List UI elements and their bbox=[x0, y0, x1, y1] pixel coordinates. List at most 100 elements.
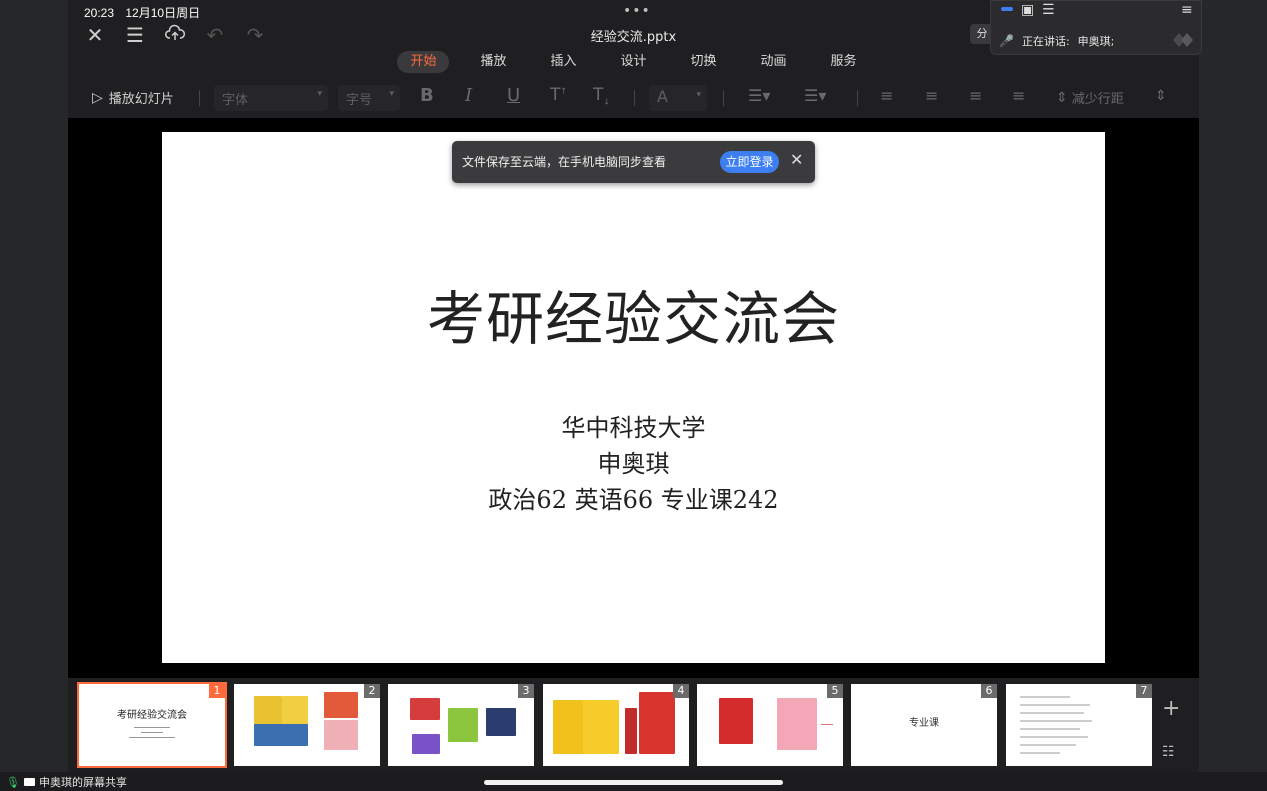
thumb-number: 3 bbox=[518, 684, 534, 698]
format-toolbar: ▷ 播放幻灯片 字体 ▾ 字号 ▾ B I U T↑ T↓ A ▾ ☰▾ ☰▾ … bbox=[68, 78, 1199, 118]
more-dots-icon[interactable]: ••• bbox=[623, 3, 651, 19]
window-icon[interactable]: ▣ bbox=[1021, 2, 1034, 18]
font-color-select[interactable]: A ▾ bbox=[649, 85, 707, 111]
presentation-app: 20:23 12月10日周日 ••• ✕ ☰ ↶ ↷ 经验交流.pptx 分 开… bbox=[68, 0, 1199, 772]
slide-thumbnail-6[interactable]: 专业课 6 bbox=[851, 684, 997, 766]
play-icon: ▷ bbox=[92, 89, 103, 106]
book-image bbox=[583, 700, 619, 754]
align-justify-icon[interactable]: ≡ bbox=[1012, 86, 1025, 105]
speaking-label: 正在讲话: bbox=[1021, 35, 1070, 48]
book-image bbox=[254, 724, 308, 746]
speaking-indicator: 🎤 正在讲话: 申奥琪; bbox=[999, 33, 1114, 49]
grid-view-icon[interactable]: ☷ bbox=[1162, 744, 1175, 760]
tab-play[interactable]: 播放 bbox=[467, 51, 519, 73]
toast-close-icon[interactable]: ✕ bbox=[790, 150, 803, 169]
tab-animation[interactable]: 动画 bbox=[748, 51, 800, 73]
thumb-text-line bbox=[1020, 744, 1076, 746]
font-size-placeholder: 字号 bbox=[346, 93, 373, 108]
slide-scores[interactable]: 政治62 英语66 专业课242 bbox=[162, 480, 1105, 515]
minimize-icon[interactable] bbox=[1001, 7, 1013, 11]
tab-home[interactable]: 开始 bbox=[397, 51, 450, 73]
decrease-line-spacing-button[interactable]: ⇕ 减少行距 bbox=[1056, 88, 1124, 108]
expand-list-icon[interactable]: ≡ bbox=[1181, 2, 1193, 18]
status-date: 12月10日周日 bbox=[125, 6, 201, 20]
book-image bbox=[324, 692, 358, 718]
thumb-text-line bbox=[134, 727, 170, 728]
thumb-text-line bbox=[1020, 704, 1090, 706]
thumb-number: 5 bbox=[827, 684, 843, 698]
thumb-text-line bbox=[821, 724, 833, 725]
book-image bbox=[639, 692, 675, 754]
font-size-select[interactable]: 字号 ▾ bbox=[338, 85, 400, 111]
slide-thumbnail-5[interactable]: 5 bbox=[697, 684, 843, 766]
thumb-text-line bbox=[141, 732, 163, 733]
play-slideshow-label: 播放幻灯片 bbox=[108, 92, 174, 107]
slide-name[interactable]: 申奥琪 bbox=[162, 444, 1105, 479]
thumb-number: 7 bbox=[1136, 684, 1152, 698]
speaker-name: 申奥琪; bbox=[1077, 35, 1115, 48]
slide-thumbnail-3[interactable]: 3 bbox=[388, 684, 534, 766]
layout-icon[interactable]: ☰ bbox=[1042, 2, 1055, 18]
align-center-icon[interactable]: ≡ bbox=[969, 86, 982, 105]
align-left-icon[interactable]: ≡ bbox=[880, 86, 893, 105]
thumb-number: 6 bbox=[981, 684, 997, 698]
right-margin bbox=[1199, 0, 1267, 791]
increase-line-spacing-icon[interactable]: ⇕ bbox=[1155, 88, 1167, 104]
book-image bbox=[625, 708, 637, 754]
slide-thumbnail-1[interactable]: 考研经验交流会 1 bbox=[77, 682, 227, 768]
font-color-label: A bbox=[657, 87, 668, 106]
thumb-text-line bbox=[1020, 720, 1092, 722]
muted-mic-icon: 🎤 bbox=[999, 34, 1014, 48]
bullet-list-icon[interactable]: ☰▾ bbox=[748, 86, 770, 105]
thumb-text-line bbox=[1020, 712, 1084, 714]
slide-thumbnail-2[interactable]: 2 bbox=[234, 684, 380, 766]
tab-service[interactable]: 服务 bbox=[818, 51, 870, 73]
thumb-text-line bbox=[1020, 728, 1080, 730]
font-select-placeholder: 字体 bbox=[222, 93, 249, 108]
tab-insert[interactable]: 插入 bbox=[537, 51, 589, 73]
italic-button[interactable]: I bbox=[465, 85, 472, 106]
tab-design[interactable]: 设计 bbox=[607, 51, 659, 73]
play-slideshow-button[interactable]: ▷ 播放幻灯片 bbox=[92, 88, 174, 108]
font-select[interactable]: 字体 ▾ bbox=[214, 85, 328, 111]
status-time: 20:23 bbox=[84, 6, 115, 20]
left-margin bbox=[0, 0, 68, 791]
toast-message: 文件保存至云端，在手机电脑同步查看 bbox=[462, 155, 667, 169]
login-button[interactable]: 立即登录 bbox=[720, 151, 779, 173]
numbered-list-icon[interactable]: ☰▾ bbox=[804, 86, 826, 105]
tab-transition[interactable]: 切换 bbox=[678, 51, 730, 73]
align-right-icon[interactable]: ≡ bbox=[925, 86, 938, 105]
slide-title[interactable]: 考研经验交流会 bbox=[162, 272, 1105, 356]
slide-university[interactable]: 华中科技大学 bbox=[162, 408, 1105, 443]
subscript-icon[interactable]: T↓ bbox=[593, 85, 610, 106]
thumb-number: 1 bbox=[209, 684, 225, 698]
slide-thumbnail-strip: 考研经验交流会 1 2 3 4 5 专业课 6 7 + ☷ bbox=[68, 678, 1199, 772]
current-slide[interactable]: 考研经验交流会 华中科技大学 申奥琪 政治62 英语66 专业课242 bbox=[162, 132, 1105, 663]
screen-share-indicator: 🎙 申奥琪的屏幕共享 bbox=[6, 774, 127, 790]
line-spacing-icon: ⇕ bbox=[1056, 89, 1068, 106]
thumb-text-line bbox=[129, 737, 175, 738]
thumb-number: 2 bbox=[364, 684, 380, 698]
bottom-bar: 🎙 申奥琪的屏幕共享 bbox=[0, 772, 1267, 791]
mic-icon: 🎙 bbox=[6, 775, 20, 789]
meeting-speaker-panel: ▣ ☰ ≡ 🎤 正在讲话: 申奥琪; bbox=[990, 0, 1202, 55]
thumb-text-line bbox=[1020, 752, 1060, 754]
slide-thumbnail-7[interactable]: 7 bbox=[1006, 684, 1152, 766]
thumb-text-line bbox=[1020, 696, 1070, 698]
book-image bbox=[719, 698, 753, 744]
bold-button[interactable]: B bbox=[420, 85, 434, 106]
chevron-down-icon: ▾ bbox=[696, 90, 701, 100]
slide-thumbnail-4[interactable]: 4 bbox=[543, 684, 689, 766]
thumb-title: 专业课 bbox=[909, 718, 939, 729]
thumb-title: 考研经验交流会 bbox=[117, 710, 187, 721]
superscript-icon[interactable]: T↑ bbox=[550, 85, 567, 105]
add-slide-button[interactable]: + bbox=[1162, 696, 1180, 721]
thumb-text-line bbox=[1020, 736, 1088, 738]
divider bbox=[723, 90, 724, 106]
home-indicator[interactable] bbox=[484, 780, 783, 785]
underline-button[interactable]: U bbox=[507, 85, 520, 106]
slide-stage: 考研经验交流会 华中科技大学 申奥琪 政治62 英语66 专业课242 文件保存… bbox=[68, 118, 1199, 678]
meeting-logo-icon bbox=[1173, 33, 1193, 47]
screen-share-label: 申奥琪的屏幕共享 bbox=[38, 776, 127, 789]
book-image bbox=[777, 698, 817, 750]
